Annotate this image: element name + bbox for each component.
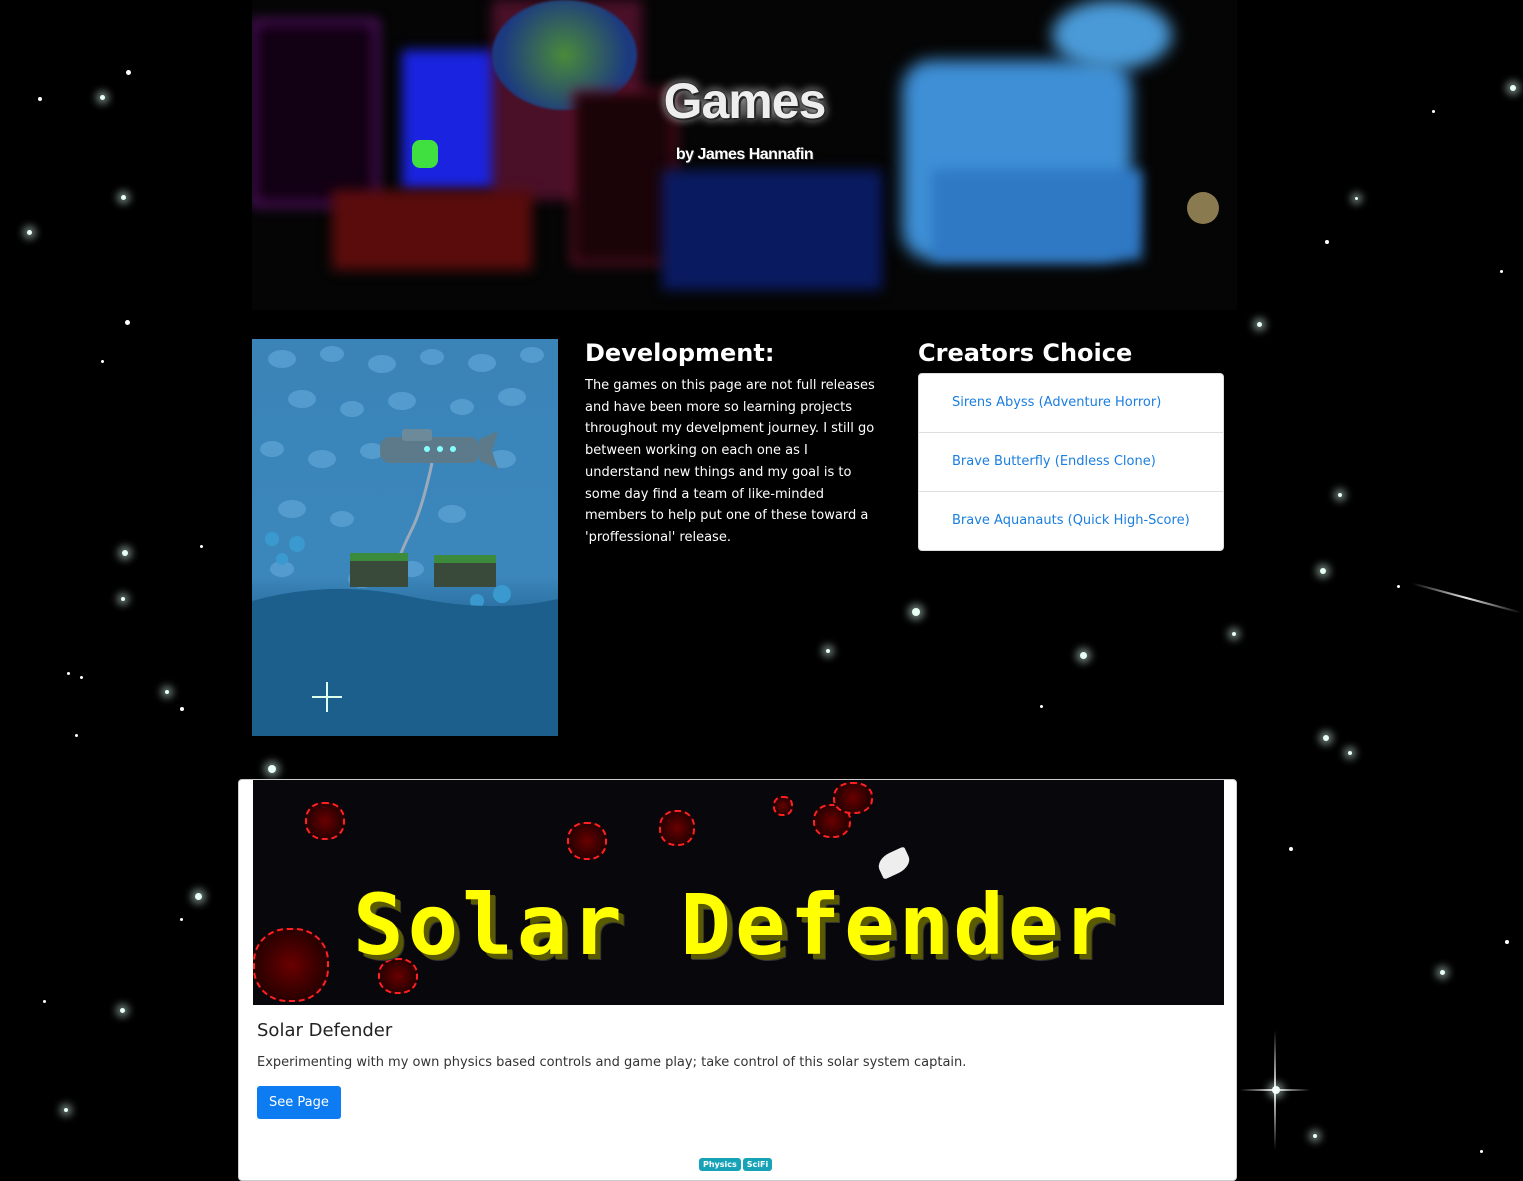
solar-defender-banner-image: Solar Defender	[253, 780, 1224, 1005]
development-screenshot	[252, 339, 558, 736]
creators-choice-section: Creators Choice Sirens Abyss (Adventure …	[918, 339, 1224, 551]
development-heading: Development:	[585, 339, 775, 367]
creators-choice-link-brave-butterfly[interactable]: Brave Butterfly (Endless Clone)	[919, 433, 1223, 492]
creators-choice-link-sirens-abyss[interactable]: Sirens Abyss (Adventure Horror)	[919, 374, 1223, 433]
game-card-solar-defender: Solar Defender Solar Defender Experiment…	[238, 779, 1237, 1181]
page-container: Games by James Hannafin Development: The…	[238, 0, 1237, 1181]
card-title: Solar Defender	[257, 1020, 393, 1041]
creators-choice-list: Sirens Abyss (Adventure Horror) Brave Bu…	[918, 373, 1224, 551]
page-subtitle: by James Hannafin	[675, 146, 814, 163]
badge-scifi: SciFi	[742, 1158, 773, 1171]
solar-defender-banner-text: Solar Defender	[353, 876, 1118, 974]
badge-physics: Physics	[699, 1158, 741, 1171]
card-badges: Physics SciFi	[699, 1158, 773, 1171]
development-section: Development: The games on this page are …	[585, 339, 885, 549]
creators-choice-link-brave-aquanauts[interactable]: Brave Aquanauts (Quick High-Score)	[919, 492, 1223, 550]
spaceship-icon	[874, 846, 914, 880]
see-page-button[interactable]: See Page	[257, 1086, 341, 1119]
development-body: The games on this page are not full rele…	[585, 378, 875, 545]
card-body: Solar Defender Experimenting with my own…	[257, 1020, 1218, 1119]
creators-choice-heading: Creators Choice	[918, 339, 1133, 367]
page-title: Games	[663, 73, 827, 129]
card-text: Experimenting with my own physics based …	[257, 1055, 967, 1070]
hero-banner: Games by James Hannafin	[252, 0, 1237, 310]
